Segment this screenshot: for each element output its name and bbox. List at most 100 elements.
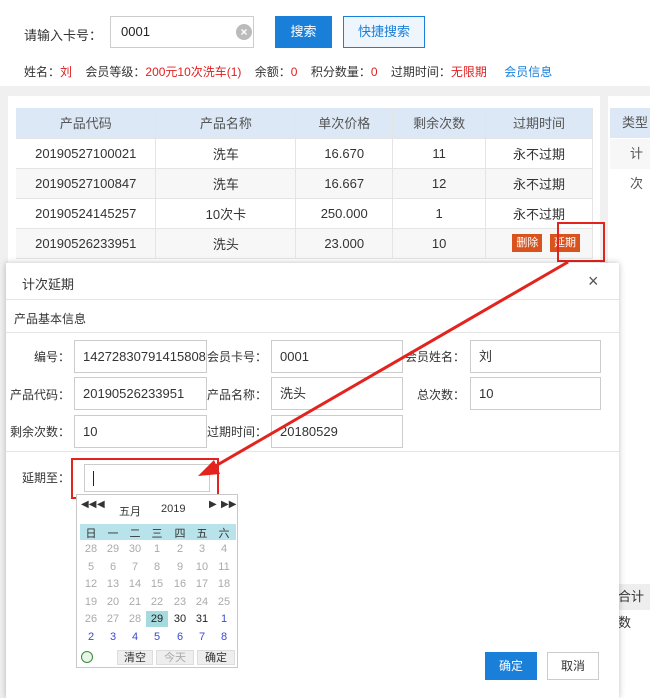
cell-code: 20190526233951: [16, 228, 157, 259]
quick-search-button[interactable]: 快捷搜索: [343, 16, 425, 48]
calendar-day[interactable]: 1: [146, 541, 168, 557]
remaining-field[interactable]: 10: [74, 415, 207, 448]
cell-price: 16.670: [295, 138, 394, 169]
table-row[interactable]: 20190524145257 10次卡 250.000 1 永不过期: [16, 198, 593, 229]
cell-expiry: 永不过期: [485, 138, 593, 169]
calendar-day[interactable]: 14: [124, 576, 146, 592]
calendar-day[interactable]: 17: [191, 576, 213, 592]
cell-remaining: 1: [392, 198, 487, 229]
id-label: 编号：: [33, 350, 70, 364]
member-info-link[interactable]: 会员信息: [504, 65, 552, 79]
calendar-day[interactable]: 26: [80, 611, 102, 627]
calendar-day[interactable]: 3: [191, 541, 213, 557]
calendar-day[interactable]: 11: [213, 559, 235, 575]
weekday-label: 二: [129, 528, 141, 540]
delete-button[interactable]: 删除: [512, 234, 543, 252]
close-icon[interactable]: ×: [588, 271, 599, 292]
product-name-label: 产品名称：: [206, 388, 267, 402]
calendar-day[interactable]: 23: [169, 594, 191, 610]
calendar-day[interactable]: 2: [80, 629, 102, 645]
prev-month-icon[interactable]: ◀: [97, 499, 105, 510]
calendar-month[interactable]: 五月: [119, 503, 141, 519]
calendar-day[interactable]: 8: [213, 629, 235, 645]
calendar-day[interactable]: 2: [169, 541, 191, 557]
calendar-day[interactable]: 20: [102, 594, 124, 610]
calendar-day[interactable]: 29: [102, 541, 124, 557]
calendar-day[interactable]: 5: [146, 629, 168, 645]
calendar-day[interactable]: 1: [213, 611, 235, 627]
calendar-confirm-button[interactable]: 确定: [197, 650, 235, 665]
calendar-day[interactable]: 7: [191, 629, 213, 645]
cell-code: 20190527100847: [16, 168, 157, 199]
calendar-day[interactable]: 6: [102, 559, 124, 575]
member-name-field[interactable]: 刘: [470, 340, 601, 373]
calendar-day[interactable]: 8: [146, 559, 168, 575]
calendar-day[interactable]: 9: [169, 559, 191, 575]
weekday-label: 日: [85, 528, 97, 540]
member-card-field[interactable]: 0001: [271, 340, 403, 373]
expiry-key: 过期时间：: [390, 65, 451, 79]
table-row[interactable]: 20190527100021 洗车 16.670 11 永不过期: [16, 138, 593, 169]
expiry-field[interactable]: 20180529: [271, 415, 403, 448]
weekday-row: 日 一 二 三 四 五 六: [80, 524, 236, 540]
prev-year-icon[interactable]: ◀◀: [81, 499, 96, 510]
weekday-label: 一: [107, 528, 119, 540]
cell-price: 250.000: [295, 198, 394, 229]
col-header-remaining: 剩余次数: [392, 108, 487, 139]
calendar-day[interactable]: 30: [169, 611, 191, 627]
divider: [6, 299, 619, 300]
next-month-icon[interactable]: ▶: [209, 499, 217, 510]
calendar-day[interactable]: 28: [124, 611, 146, 627]
clock-icon[interactable]: [81, 651, 93, 663]
calendar-day[interactable]: 21: [124, 594, 146, 610]
table-header-row: 产品代码 产品名称 单次价格 剩余次数 过期时间: [16, 108, 593, 139]
confirm-button[interactable]: 确定: [485, 652, 537, 680]
calendar-day[interactable]: 10: [191, 559, 213, 575]
next-year-icon[interactable]: ▶▶: [221, 499, 236, 510]
divider: [6, 332, 619, 333]
extend-to-label: 延期至：: [21, 471, 70, 485]
cell-remaining: 11: [392, 138, 487, 169]
remaining-label: 剩余次数：: [9, 425, 70, 439]
calendar-day[interactable]: 5: [80, 559, 102, 575]
calendar-day[interactable]: 25: [213, 594, 235, 610]
card-number-input[interactable]: 0001: [110, 16, 254, 48]
calendar-day[interactable]: 29: [146, 611, 168, 628]
calendar-today-button[interactable]: 今天: [156, 650, 194, 665]
cancel-button[interactable]: 取消: [547, 652, 599, 680]
table-row[interactable]: 20190527100847 洗车 16.667 12 永不过期: [16, 168, 593, 199]
calendar-day[interactable]: 15: [146, 576, 168, 592]
weekday-label: 六: [218, 528, 230, 540]
calendar-day[interactable]: 22: [146, 594, 168, 610]
clear-icon[interactable]: ×: [236, 24, 252, 40]
calendar-day[interactable]: 28: [80, 541, 102, 557]
cell-code: 20190527100021: [16, 138, 157, 169]
calendar-day[interactable]: 4: [124, 629, 146, 645]
calendar-day[interactable]: 30: [124, 541, 146, 557]
id-field[interactable]: 14272830791415808: [74, 340, 207, 373]
calendar-day[interactable]: 3: [102, 629, 124, 645]
calendar-day[interactable]: 13: [102, 576, 124, 592]
cell-code: 20190524145257: [16, 198, 157, 229]
calendar-day[interactable]: 31: [191, 611, 213, 627]
calendar-day[interactable]: 19: [80, 594, 102, 610]
calendar-day[interactable]: 4: [213, 541, 235, 557]
calendar-clear-button[interactable]: 清空: [117, 650, 153, 665]
calendar-day[interactable]: 18: [213, 576, 235, 592]
calendar-day[interactable]: 16: [169, 576, 191, 592]
total-count-field[interactable]: 10: [470, 377, 601, 410]
calendar-day[interactable]: 27: [102, 611, 124, 627]
product-table: 产品代码 产品名称 单次价格 剩余次数 过期时间 20190527100021 …: [16, 108, 593, 259]
product-name-field[interactable]: 洗头: [271, 377, 403, 410]
product-code-field[interactable]: 20190526233951: [74, 377, 207, 410]
search-button[interactable]: 搜索: [275, 16, 332, 48]
calendar-day[interactable]: 12: [80, 576, 102, 592]
weekday-label: 五: [196, 528, 208, 540]
extend-highlight-box: [557, 222, 605, 262]
calendar-year[interactable]: 2019: [161, 503, 185, 515]
table-row[interactable]: 20190526233951 洗头 23.000 10 删除 延期: [16, 228, 593, 259]
calendar-day[interactable]: 6: [169, 629, 191, 645]
date-picker: ◀◀ ◀ 五月 2019 ▶ ▶▶ 日 一 二 三 四 五 六 28 29 30 1 2…: [76, 494, 238, 668]
calendar-day[interactable]: 24: [191, 594, 213, 610]
calendar-day[interactable]: 7: [124, 559, 146, 575]
